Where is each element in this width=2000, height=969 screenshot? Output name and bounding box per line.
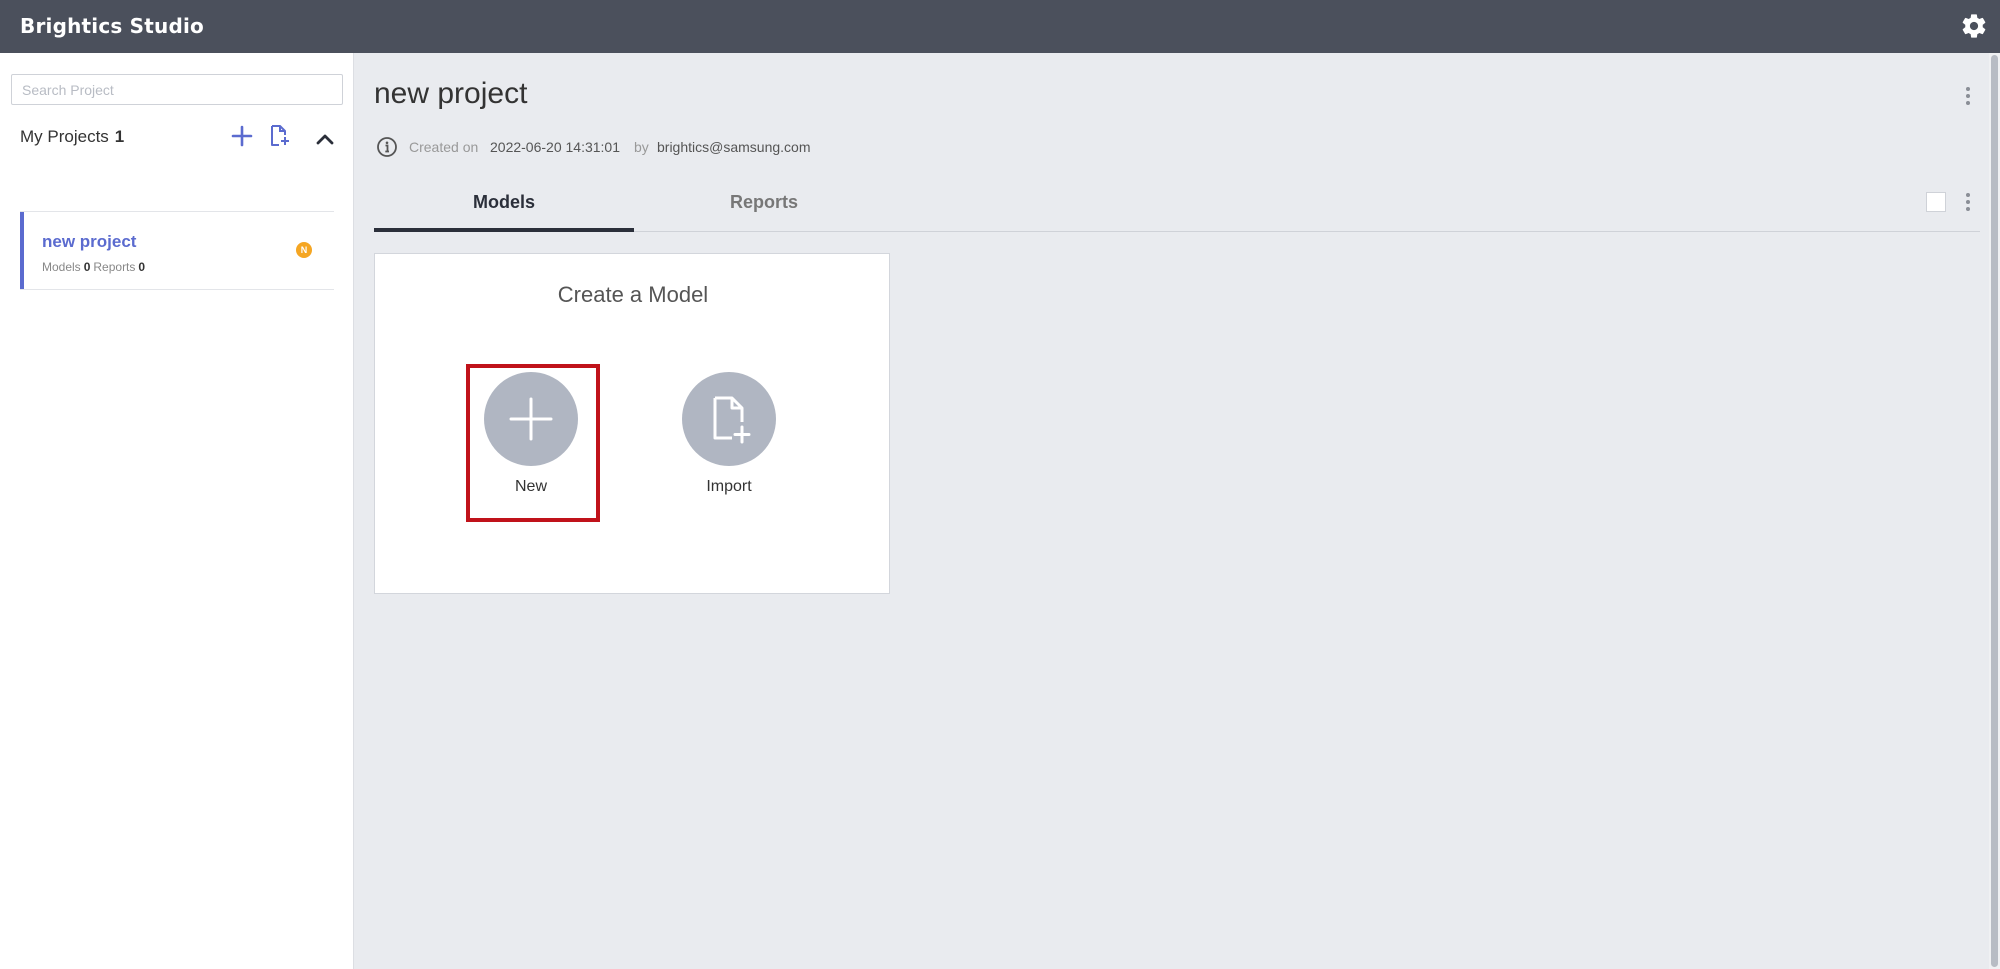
created-date: 2022-06-20 14:31:01 [490, 139, 620, 155]
project-count: 1 [114, 127, 125, 146]
gear-icon[interactable] [1960, 12, 1988, 40]
tab-bar: Models Reports [374, 180, 1980, 232]
tab-models[interactable]: Models [374, 180, 634, 232]
reports-count: 0 [138, 260, 146, 274]
kebab-icon[interactable] [1958, 84, 1978, 108]
app-title: Brightics Studio [20, 14, 204, 38]
tab-reports[interactable]: Reports [634, 180, 894, 232]
my-projects-header: My Projects 1 [20, 123, 334, 159]
my-projects-title: My Projects [20, 127, 109, 146]
file-import-icon[interactable] [266, 123, 292, 149]
scrollbar-thumb[interactable] [1991, 55, 1998, 967]
project-name: new project [42, 232, 137, 251]
by-label: by [634, 139, 649, 155]
models-count: 0 [83, 260, 91, 274]
sidebar-divider [20, 289, 334, 290]
my-projects-label: My Projects 1 [20, 127, 124, 147]
page-title: new project [374, 77, 528, 110]
select-all-checkbox[interactable] [1926, 192, 1946, 212]
reports-label: Reports [93, 260, 136, 274]
import-model-circle[interactable] [682, 372, 776, 466]
kebab-icon[interactable] [1958, 190, 1978, 214]
new-badge: N [296, 242, 312, 258]
file-import-icon [713, 396, 751, 444]
sidebar: My Projects1 new project Models0Reports0… [0, 53, 354, 969]
plus-icon [509, 397, 553, 441]
import-model-button[interactable]: Import [669, 372, 789, 496]
info-icon [377, 137, 397, 157]
plus-icon[interactable] [229, 123, 255, 149]
import-model-label: Import [706, 478, 752, 495]
new-model-label: New [514, 478, 547, 495]
chevron-up-icon[interactable] [312, 126, 338, 152]
top-bar: Brightics Studio [0, 0, 2000, 53]
new-model-circle[interactable] [484, 372, 578, 466]
author-email: brightics@samsung.com [657, 139, 811, 155]
card-title: Create a Model [557, 282, 709, 307]
search-project-input[interactable] [11, 74, 343, 105]
vertical-scrollbar[interactable] [1989, 53, 2000, 969]
created-label: Created on [409, 139, 479, 155]
project-meta: Models 0 Reports 0 [42, 260, 148, 274]
models-label: Models [42, 260, 81, 274]
project-list-item[interactable]: new project Models 0 Reports 0 N [20, 212, 334, 289]
create-model-card: Create a Model New Import [374, 253, 890, 594]
new-model-button[interactable]: New [471, 372, 591, 496]
